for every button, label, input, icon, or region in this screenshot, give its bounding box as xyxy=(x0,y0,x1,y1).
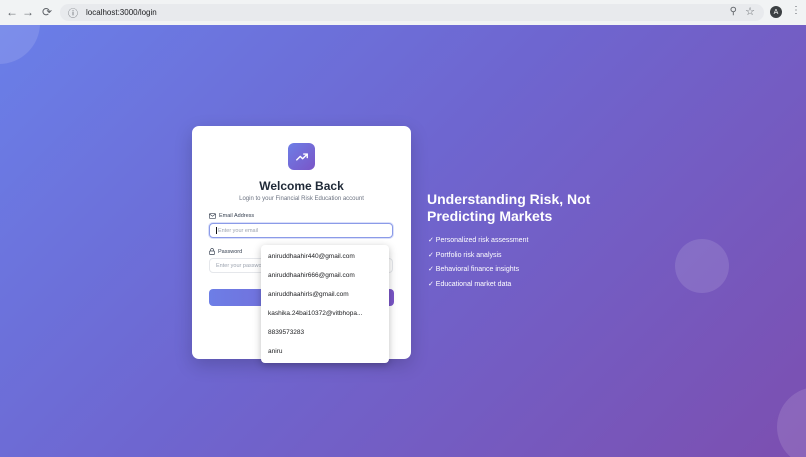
bookmark-star-icon[interactable]: ☆ xyxy=(745,5,755,18)
browser-toolbar: ← → ⟳ ⓘ localhost:3000/login ⚲ ☆ A ⋮ xyxy=(0,0,806,25)
autofill-option[interactable]: aniruddhaahirls@gmail.com xyxy=(268,291,349,298)
page-background: Welcome Back Login to your Financial Ris… xyxy=(0,25,806,457)
autofill-option[interactable]: kashika.24bai10372@vitbhopa... xyxy=(268,310,362,317)
decorative-circle xyxy=(0,25,40,64)
address-bar[interactable]: ⓘ localhost:3000/login ⚲ ☆ xyxy=(60,4,764,21)
back-icon[interactable]: ← xyxy=(4,4,20,20)
trending-up-icon xyxy=(288,143,315,170)
email-placeholder: Enter your email xyxy=(218,227,259,234)
mail-icon xyxy=(209,213,216,219)
feature-item: ✓ Personalized risk assessment xyxy=(428,237,529,244)
url-text: localhost:3000/login xyxy=(86,8,157,17)
autofill-option[interactable]: 8839573283 xyxy=(268,329,304,336)
page-title: Welcome Back xyxy=(259,179,344,193)
password-label: Password xyxy=(209,248,242,255)
autofill-dropdown: aniruddhaahir440@gmail.com aniruddhaahir… xyxy=(261,245,389,363)
feature-item: ✓ Educational market data xyxy=(428,281,512,288)
password-label-text: Password xyxy=(218,248,243,255)
profile-avatar[interactable]: A xyxy=(770,6,782,18)
autofill-option[interactable]: aniru xyxy=(268,348,282,355)
lock-icon xyxy=(209,248,215,255)
email-input[interactable]: Enter your email xyxy=(209,223,393,238)
promo-headline: Understanding Risk, Not Predicting Marke… xyxy=(427,191,591,224)
email-label-text: Email Address xyxy=(219,213,255,219)
email-label: Email Address xyxy=(209,213,254,219)
password-placeholder: Enter your password xyxy=(216,262,267,269)
feature-item: ✓ Behavioral finance insights xyxy=(428,266,520,273)
page-subtitle: Login to your Financial Risk Education a… xyxy=(239,196,364,202)
reload-icon[interactable]: ⟳ xyxy=(39,4,55,20)
site-info-icon[interactable]: ⓘ xyxy=(66,5,80,20)
decorative-circle xyxy=(777,387,806,457)
decorative-circle xyxy=(675,239,729,293)
zoom-icon[interactable]: ⚲ xyxy=(730,6,737,17)
autofill-option[interactable]: aniruddhaahir666@gmail.com xyxy=(268,272,355,279)
feature-item: ✓ Portfolio risk analysis xyxy=(428,252,502,259)
forward-icon[interactable]: → xyxy=(20,4,36,20)
menu-icon[interactable]: ⋮ xyxy=(791,5,801,16)
text-caret xyxy=(216,227,217,234)
autofill-option[interactable]: aniruddhaahir440@gmail.com xyxy=(268,253,355,260)
